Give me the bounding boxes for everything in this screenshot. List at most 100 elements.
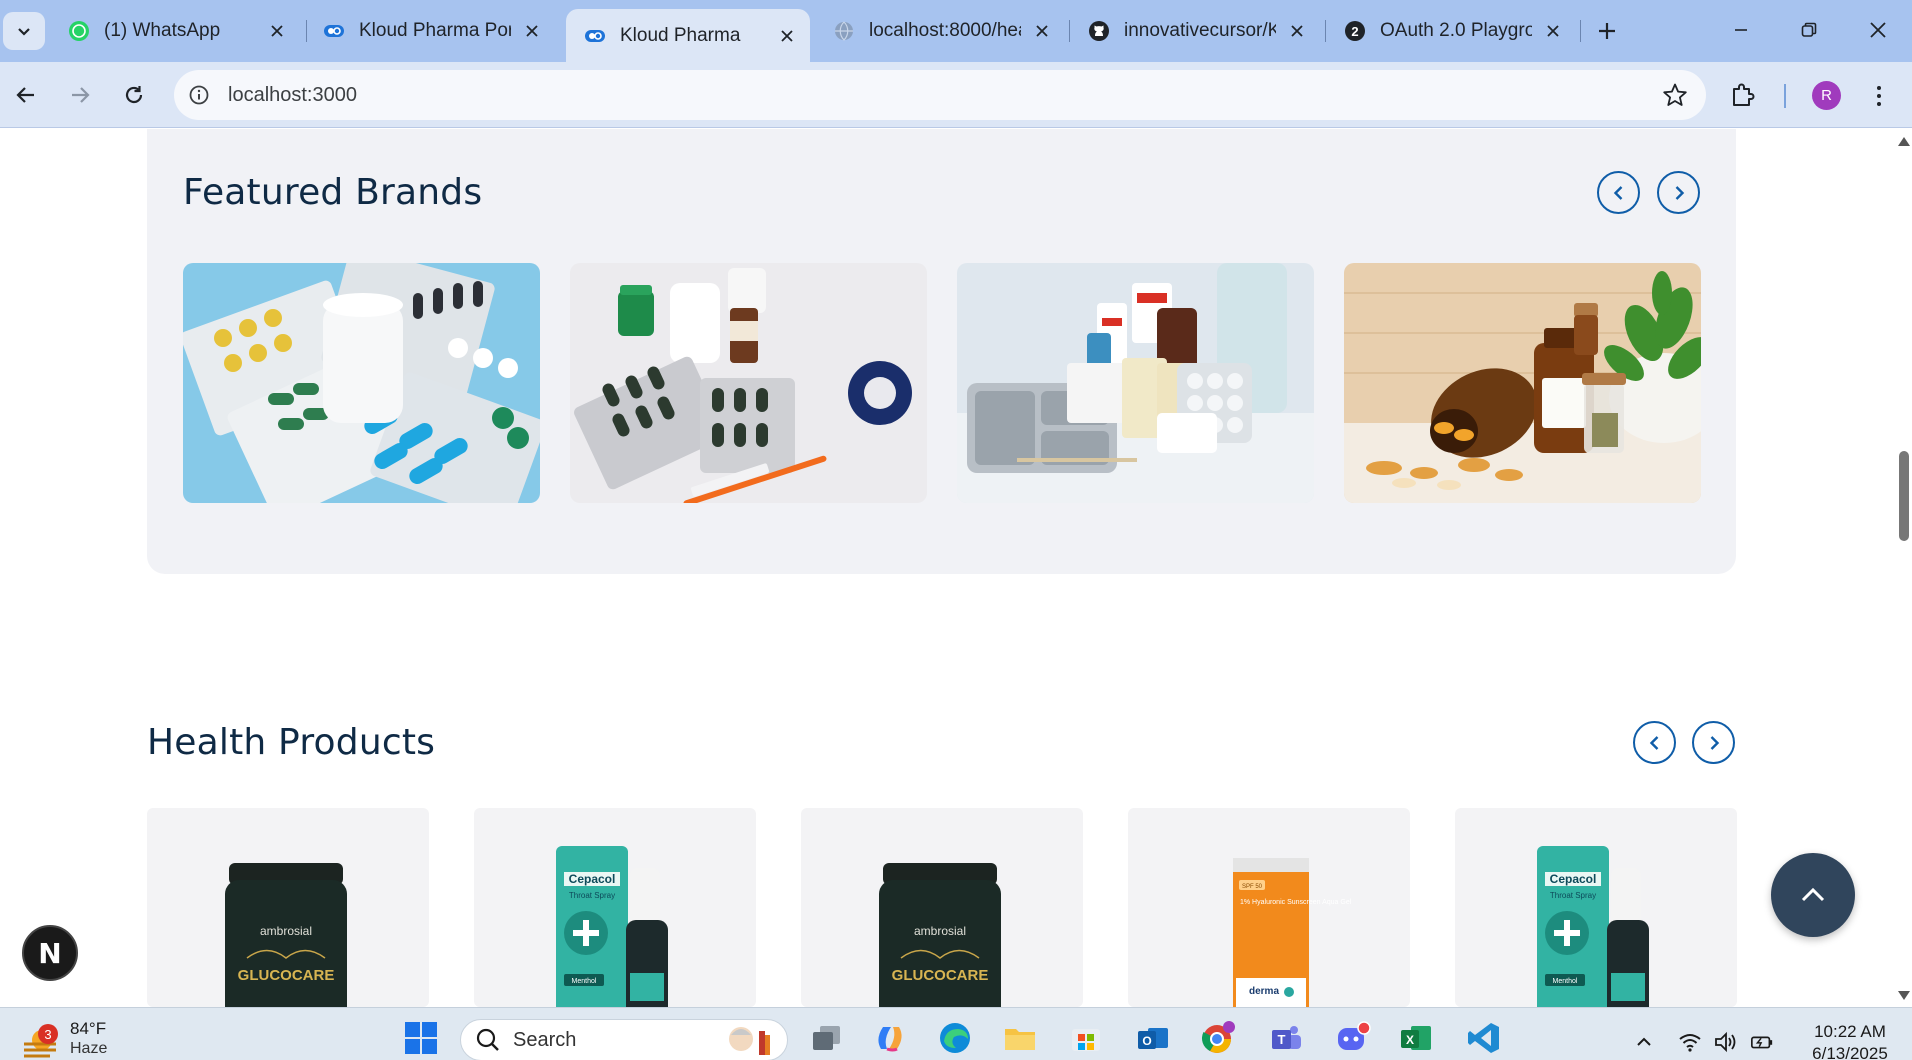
outlook-icon: O — [1138, 1028, 1168, 1049]
close-icon[interactable] — [1029, 18, 1055, 44]
address-bar[interactable]: localhost:3000 — [174, 70, 1706, 120]
copilot-icon — [878, 1027, 902, 1052]
scroll-up-arrow[interactable] — [1898, 137, 1910, 146]
chevron-left-icon — [1613, 185, 1622, 200]
scroll-down-arrow[interactable] — [1898, 991, 1910, 1000]
excel-icon: X — [1401, 1026, 1431, 1050]
health-products-title: Health Products — [147, 722, 436, 763]
product-card[interactable]: ambrosial GLUCOCARE — [801, 808, 1083, 1007]
close-window-button[interactable] — [1850, 8, 1906, 52]
discord-button[interactable] — [1335, 1020, 1371, 1056]
nextjs-dev-indicator[interactable]: N — [22, 925, 78, 981]
edge-icon — [940, 1023, 970, 1053]
vscode-icon — [1468, 1023, 1499, 1053]
task-view-button[interactable] — [808, 1020, 844, 1056]
extensions-puzzle-icon[interactable] — [1728, 80, 1758, 110]
product-card[interactable]: Cepacol Throat Spray Menthol — [474, 808, 756, 1007]
health-products-next-button[interactable] — [1692, 721, 1735, 764]
minimize-button[interactable] — [1713, 8, 1769, 52]
show-hidden-icons[interactable] — [1632, 1030, 1656, 1054]
tab-strip: (1) WhatsApp Kloud Pharma Port Kloud Pha… — [0, 0, 1912, 62]
excel-button[interactable]: X — [1398, 1020, 1434, 1056]
tab-separator — [1580, 20, 1581, 42]
chevron-up-icon — [1637, 1037, 1651, 1046]
chrome-icon — [1201, 1021, 1235, 1053]
start-button[interactable] — [403, 1020, 439, 1056]
clock-date: 6/13/2025 — [1812, 1044, 1888, 1060]
brand-card-herbal[interactable] — [1344, 263, 1701, 503]
close-icon[interactable] — [1540, 18, 1566, 44]
bookmark-star-icon[interactable] — [1662, 82, 1688, 108]
restore-button[interactable] — [1781, 8, 1837, 52]
wifi-status[interactable] — [1678, 1030, 1702, 1054]
tab-title: (1) WhatsApp — [104, 20, 221, 41]
reload-button[interactable] — [114, 75, 154, 115]
chevron-right-icon — [1675, 185, 1684, 200]
weather-badge: 3 — [38, 1024, 58, 1044]
product-brand: Cepacol — [1550, 872, 1597, 886]
vscode-button[interactable] — [1466, 1020, 1502, 1056]
close-icon[interactable] — [264, 18, 290, 44]
forward-button[interactable] — [60, 75, 100, 115]
product-name: GLUCOCARE — [238, 967, 335, 984]
tab-kloud-pharma[interactable]: Kloud Pharma — [566, 9, 810, 62]
brand-card-pills[interactable] — [183, 263, 540, 503]
edge-button[interactable] — [937, 1020, 973, 1056]
chevron-up-icon — [1801, 887, 1825, 902]
url-text: localhost:3000 — [228, 83, 357, 106]
first-aid-supplies-image — [957, 263, 1314, 503]
taskbar-search-input[interactable]: Search — [460, 1019, 788, 1060]
svg-text:X: X — [1406, 1033, 1414, 1047]
outlook-button[interactable]: O — [1135, 1020, 1171, 1056]
product-card[interactable]: SPF 50 1% Hyaluronic Sunscreen Aqua Gel … — [1128, 808, 1410, 1007]
profile-avatar[interactable]: R — [1812, 81, 1841, 110]
featured-brands-title: Featured Brands — [183, 172, 483, 213]
health-products-prev-button[interactable] — [1633, 721, 1676, 764]
tab-whatsapp[interactable]: (1) WhatsApp — [50, 9, 300, 53]
page-scrollbar[interactable] — [1894, 129, 1912, 1007]
product-card[interactable]: Cepacol Throat Spray Menthol — [1455, 808, 1737, 1007]
battery-charging-icon — [1751, 1036, 1773, 1049]
tab-search-button[interactable] — [3, 12, 45, 50]
new-tab-button[interactable] — [1590, 14, 1624, 48]
arrow-left-icon — [16, 87, 34, 103]
close-icon[interactable] — [519, 18, 545, 44]
tab-kloud-pharma-portal[interactable]: Kloud Pharma Port — [305, 9, 555, 53]
tab-oauth-playground[interactable]: 2 OAuth 2.0 Playgro — [1326, 9, 1576, 53]
copilot-button[interactable] — [872, 1020, 908, 1056]
product-card[interactable]: ambrosial GLUCOCARE — [147, 808, 429, 1007]
site-info-icon[interactable] — [184, 80, 214, 110]
kloud-logo-icon — [323, 20, 345, 42]
product-variant: Menthol — [572, 978, 597, 985]
weather-widget[interactable]: 3 84°F Haze — [20, 1016, 130, 1060]
scroll-thumb[interactable] — [1899, 451, 1909, 541]
chrome-button[interactable] — [1200, 1020, 1236, 1056]
featured-brands-prev-button[interactable] — [1597, 171, 1640, 214]
product-name: 1% Hyaluronic Sunscreen Aqua Gel — [1240, 899, 1352, 906]
whatsapp-icon — [68, 20, 90, 42]
browser-menu-icon[interactable] — [1868, 80, 1890, 112]
capsules-syringe-image — [570, 263, 927, 503]
svg-text:O: O — [1142, 1034, 1151, 1048]
teams-button[interactable]: T — [1268, 1020, 1304, 1056]
product-name: GLUCOCARE — [892, 967, 989, 984]
featured-brands-next-button[interactable] — [1657, 171, 1700, 214]
file-explorer-button[interactable] — [1002, 1020, 1038, 1056]
volume-status[interactable] — [1714, 1030, 1738, 1054]
microsoft-store-button[interactable] — [1068, 1020, 1104, 1056]
system-clock[interactable]: 10:22 AM 6/13/2025 — [1795, 1021, 1905, 1060]
tab-github[interactable]: innovativecursor/K — [1070, 9, 1320, 53]
back-to-top-button[interactable] — [1771, 853, 1855, 937]
close-icon[interactable] — [1284, 18, 1310, 44]
github-icon — [1088, 20, 1110, 42]
back-button[interactable] — [6, 75, 46, 115]
brand-card-first-aid[interactable] — [957, 263, 1314, 503]
product-name: Throat Spray — [569, 891, 615, 900]
brand-card-capsules[interactable] — [570, 263, 927, 503]
herbal-medicine-image — [1344, 263, 1701, 503]
close-icon[interactable] — [774, 23, 800, 49]
product-name: Throat Spray — [1550, 891, 1596, 900]
battery-status[interactable] — [1750, 1030, 1774, 1054]
search-icon — [476, 1028, 499, 1051]
tab-localhost-8000[interactable]: localhost:8000/hea — [815, 9, 1065, 53]
